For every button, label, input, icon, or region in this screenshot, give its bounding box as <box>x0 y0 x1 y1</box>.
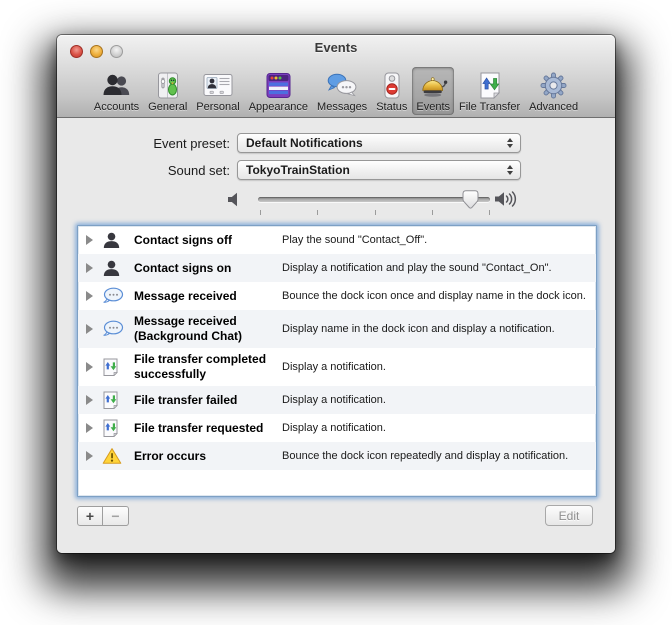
disclosure-triangle-icon[interactable] <box>86 324 102 334</box>
event-title: File transfer completed successfully <box>134 352 267 381</box>
event-preset-popup[interactable]: Default Notifications <box>237 133 521 153</box>
disclosure-triangle-icon[interactable] <box>86 395 102 405</box>
event-row-file-transfer-completed[interactable]: File transfer completed successfully Dis… <box>78 348 596 386</box>
slider-ticks <box>260 210 490 215</box>
toolbar-label: Events <box>416 101 451 113</box>
event-description: Bounce the dock icon once and display na… <box>282 289 586 302</box>
event-row-contact-signs-on[interactable]: Contact signs on Display a notification … <box>78 254 596 282</box>
toolbar-item-appearance[interactable]: Appearance <box>245 67 312 115</box>
event-row-contact-signs-off[interactable]: Contact signs off Play the sound "Contac… <box>78 226 596 254</box>
disclosure-triangle-icon[interactable] <box>86 263 102 273</box>
toolbar-item-messages[interactable]: Messages <box>313 67 371 115</box>
sound-set-label: Sound set: <box>167 162 230 178</box>
disclosure-triangle-icon[interactable] <box>86 451 102 461</box>
event-description: Display a notification. <box>282 421 386 434</box>
event-preset-label: Event preset: <box>153 135 230 151</box>
event-preset-row: Event preset: Default Notifications <box>57 133 615 153</box>
screenshot-canvas: Events Accounts General Personal Appeara… <box>0 0 672 625</box>
remove-event-button[interactable]: − <box>103 506 129 526</box>
file-transfer-icon <box>102 391 134 409</box>
event-row-file-transfer-requested[interactable]: File transfer requested Display a notifi… <box>78 414 596 442</box>
speaker-min-icon <box>227 192 244 212</box>
file-transfer-icon <box>478 70 502 100</box>
sound-set-row: Sound set: TokyoTrainStation <box>57 160 615 180</box>
toolbar-item-personal[interactable]: Personal <box>192 67 243 115</box>
toolbar-item-status[interactable]: Status <box>372 67 411 115</box>
toolbar-label: Appearance <box>248 101 309 113</box>
event-row-message-received-background[interactable]: Message received (Background Chat) Displ… <box>78 310 596 348</box>
disclosure-triangle-icon[interactable] <box>86 235 102 245</box>
toolbar-item-file-transfer[interactable]: File Transfer <box>455 67 524 115</box>
event-description: Display a notification. <box>282 360 386 373</box>
volume-slider-track[interactable] <box>258 190 490 209</box>
file-transfer-icon <box>102 358 134 376</box>
window-header: Events Accounts General Personal Appeara… <box>57 35 615 118</box>
toolbar-label: Messages <box>317 101 368 113</box>
toolbar-label: File Transfer <box>459 101 521 113</box>
event-title: File transfer requested <box>134 420 264 435</box>
speaker-max-icon <box>494 190 520 213</box>
event-title: File transfer failed <box>134 392 238 407</box>
personal-icon <box>203 70 233 100</box>
event-list: Contact signs off Play the sound "Contac… <box>77 225 597 497</box>
toolbar-label: Status <box>376 101 408 113</box>
event-row-message-received[interactable]: Message received Bounce the dock icon on… <box>78 282 596 310</box>
event-description: Play the sound "Contact_Off". <box>282 233 428 246</box>
events-bell-icon <box>419 70 448 100</box>
event-title: Message received <box>134 288 237 303</box>
toolbar-label: Accounts <box>93 101 140 113</box>
advanced-gear-icon <box>540 70 567 100</box>
event-description: Display a notification. <box>282 393 386 406</box>
disclosure-triangle-icon[interactable] <box>86 423 102 433</box>
event-description: Display a notification and play the soun… <box>282 261 552 274</box>
popup-stepper-icon <box>504 138 516 148</box>
accounts-icon <box>101 70 133 100</box>
event-title: Error occurs <box>134 448 207 463</box>
toolbar-item-accounts[interactable]: Accounts <box>90 67 143 115</box>
popup-selected-value: TokyoTrainStation <box>246 163 350 177</box>
event-title: Contact signs on <box>134 260 232 275</box>
disclosure-triangle-icon[interactable] <box>86 362 102 372</box>
popup-stepper-icon <box>504 165 516 175</box>
general-icon <box>155 70 181 100</box>
event-title: Contact signs off <box>134 232 232 247</box>
file-transfer-icon <box>102 419 134 437</box>
edit-button[interactable]: Edit <box>545 505 593 526</box>
toolbar-label: Personal <box>196 101 240 113</box>
messages-icon <box>326 70 358 100</box>
toolbar-label: General <box>148 101 188 113</box>
window-title: Events <box>314 40 358 55</box>
disclosure-triangle-icon[interactable] <box>86 291 102 301</box>
toolbar-item-advanced[interactable]: Advanced <box>525 67 582 115</box>
person-icon <box>102 259 134 278</box>
sound-set-popup[interactable]: TokyoTrainStation <box>237 160 521 180</box>
event-row-error-occurs[interactable]: Error occurs Bounce the dock icon repeat… <box>78 442 596 470</box>
preferences-window: Events Accounts General Personal Appeara… <box>57 35 615 553</box>
appearance-icon <box>265 70 292 100</box>
preferences-toolbar: Accounts General Personal Appearance Mes… <box>61 59 611 115</box>
chat-bubble-icon <box>102 287 134 305</box>
event-description: Display name in the dock icon and displa… <box>282 322 555 335</box>
toolbar-item-general[interactable]: General <box>144 67 191 115</box>
toolbar-item-events[interactable]: Events <box>412 67 455 115</box>
person-icon <box>102 231 134 250</box>
preferences-content: Event preset: Default Notifications Soun… <box>57 118 615 553</box>
warning-icon <box>102 447 134 465</box>
volume-slider-thumb[interactable] <box>462 190 479 209</box>
toolbar-label: Advanced <box>529 101 579 113</box>
chat-bubble-icon <box>102 320 134 338</box>
list-edit-segmented-control: + − <box>77 506 129 526</box>
add-event-button[interactable]: + <box>77 506 103 526</box>
popup-selected-value: Default Notifications <box>246 136 363 150</box>
event-row-file-transfer-failed[interactable]: File transfer failed Display a notificat… <box>78 386 596 414</box>
volume-slider-zone <box>57 188 615 222</box>
status-icon <box>382 70 402 100</box>
event-title: Message received (Background Chat) <box>134 314 242 343</box>
event-description: Bounce the dock icon repeatedly and disp… <box>282 449 569 462</box>
